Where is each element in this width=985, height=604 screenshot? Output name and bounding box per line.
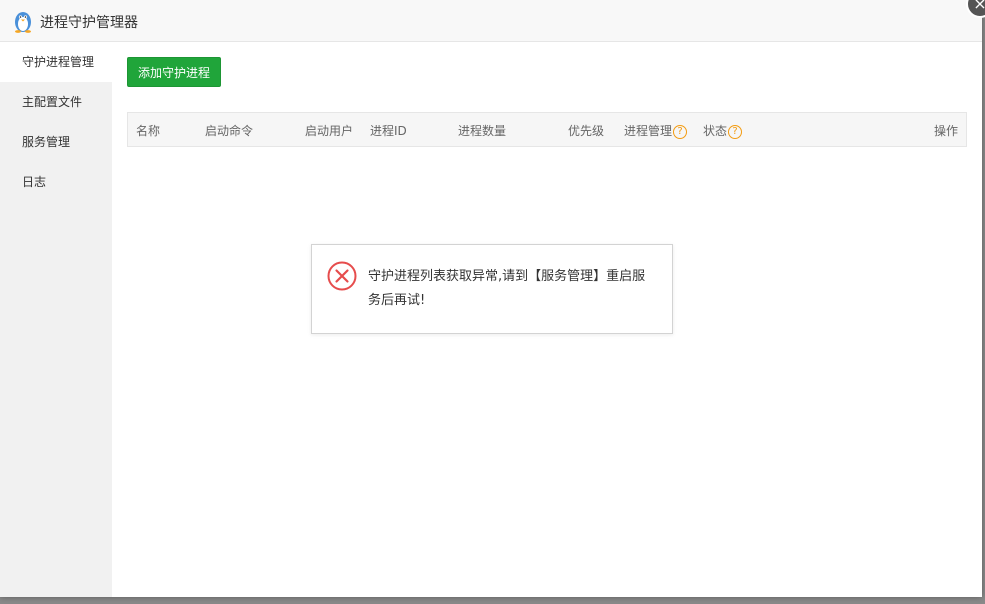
column-header-priority: 优先级 (568, 124, 605, 138)
sidebar: 守护进程管理 主配置文件 服务管理 日志 (0, 42, 112, 597)
column-header-command: 启动命令 (205, 124, 254, 138)
help-icon[interactable]: ? (673, 124, 688, 139)
column-header-status: 状态? (703, 122, 743, 139)
help-icon[interactable]: ? (728, 124, 743, 139)
error-icon (327, 261, 357, 291)
error-message-box: 守护进程列表获取异常,请到【服务管理】重启服务后再试! (311, 244, 673, 334)
sidebar-item-log[interactable]: 日志 (0, 162, 112, 202)
column-header-name: 名称 (136, 124, 161, 138)
column-header-manage-label: 进程管理 (624, 124, 673, 138)
add-daemon-button[interactable]: 添加守护进程 (127, 57, 222, 87)
window-title: 进程守护管理器 (40, 15, 138, 31)
main-content: 添加守护进程 名称 启动命令 启动用户 进程ID 进程数量 优先级 进程管理? … (112, 42, 982, 597)
column-header-user: 启动用户 (305, 124, 354, 138)
dialog-window: 进程守护管理器 守护进程管理 主配置文件 服务管理 日志 添加守护进程 名称 启… (0, 0, 982, 597)
title-bar: 进程守护管理器 (0, 0, 982, 42)
table-header: 名称 启动命令 启动用户 进程ID 进程数量 优先级 进程管理? 状态? 操作 (127, 112, 967, 147)
error-message-text: 守护进程列表获取异常,请到【服务管理】重启服务后再试! (368, 269, 646, 308)
column-header-status-label: 状态 (703, 124, 728, 138)
column-header-pid: 进程ID (370, 124, 407, 138)
column-header-actions: 操作 (934, 124, 959, 138)
sidebar-item-service-manage[interactable]: 服务管理 (0, 122, 112, 162)
sidebar-item-daemon-manage[interactable]: 守护进程管理 (0, 42, 112, 82)
penguin-icon (15, 12, 31, 33)
column-header-count: 进程数量 (458, 124, 507, 138)
column-header-manage: 进程管理? (624, 122, 688, 139)
sidebar-item-main-config[interactable]: 主配置文件 (0, 82, 112, 122)
